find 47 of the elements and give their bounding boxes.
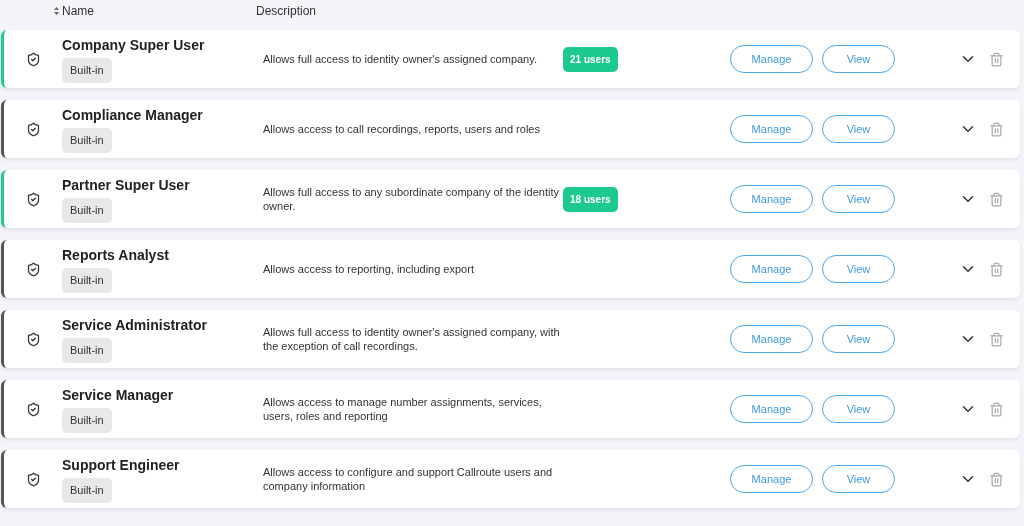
manage-button[interactable]: Manage <box>730 255 813 283</box>
user-count-badge: 18 users <box>563 187 618 212</box>
role-name: Service Administrator <box>62 316 207 336</box>
built-in-tag: Built-in <box>62 408 112 433</box>
built-in-tag: Built-in <box>62 478 112 503</box>
role-description: Allows full access to identity owner's assigned company. <box>263 52 538 66</box>
built-in-tag: Built-in <box>62 128 112 153</box>
view-button[interactable]: View <box>822 255 895 283</box>
built-in-tag: Built-in <box>62 268 112 293</box>
shield-check-icon <box>25 331 41 347</box>
role-name: Reports Analyst <box>62 246 169 266</box>
shield-check-icon <box>25 471 41 487</box>
shield-check-icon <box>25 51 41 67</box>
built-in-tag: Built-in <box>62 198 112 223</box>
role-name: Partner Super User <box>62 176 190 196</box>
manage-button[interactable]: Manage <box>730 465 813 493</box>
role-description: Allows access to reporting, including export <box>263 262 475 276</box>
manage-button[interactable]: Manage <box>730 325 813 353</box>
view-button[interactable]: View <box>822 465 895 493</box>
role-description: Allows access to configure and support Callroute users and company information <box>263 465 554 493</box>
shield-check-icon <box>25 121 41 137</box>
built-in-tag: Built-in <box>62 58 112 83</box>
shield-check-icon <box>25 401 41 417</box>
view-button[interactable]: View <box>822 185 895 213</box>
column-header: Description <box>256 3 317 20</box>
view-button[interactable]: View <box>822 115 895 143</box>
role-name: Service Manager <box>62 386 174 406</box>
shield-check-icon <box>25 191 41 207</box>
role-description: Allows access to call recordings, reports, users and roles <box>263 122 541 136</box>
role-description: Allows access to manage number assignments, services, users, roles and reporting <box>263 395 543 423</box>
column-header[interactable]: Name <box>62 2 256 20</box>
manage-button[interactable]: Manage <box>730 45 813 73</box>
manage-button[interactable]: Manage <box>730 395 813 423</box>
view-button[interactable]: View <box>822 45 895 73</box>
shield-check-icon <box>25 261 41 277</box>
manage-button[interactable]: Manage <box>730 115 813 143</box>
sort-icon[interactable] <box>54 7 59 15</box>
role-description: Allows full access to identity owner's assigned company, with the exception of call recordings. <box>263 325 561 353</box>
manage-button[interactable]: Manage <box>730 185 813 213</box>
role-description: Allows full access to any subordinate company of the identity owner. <box>263 185 560 213</box>
role-name: Support Engineer <box>62 456 180 476</box>
role-name: Company Super User <box>62 36 205 56</box>
view-button[interactable]: View <box>822 395 895 423</box>
view-button[interactable]: View <box>822 325 895 353</box>
user-count-badge: 21 users <box>563 47 618 72</box>
role-name: Compliance Manager <box>62 106 203 126</box>
built-in-tag: Built-in <box>62 338 112 363</box>
